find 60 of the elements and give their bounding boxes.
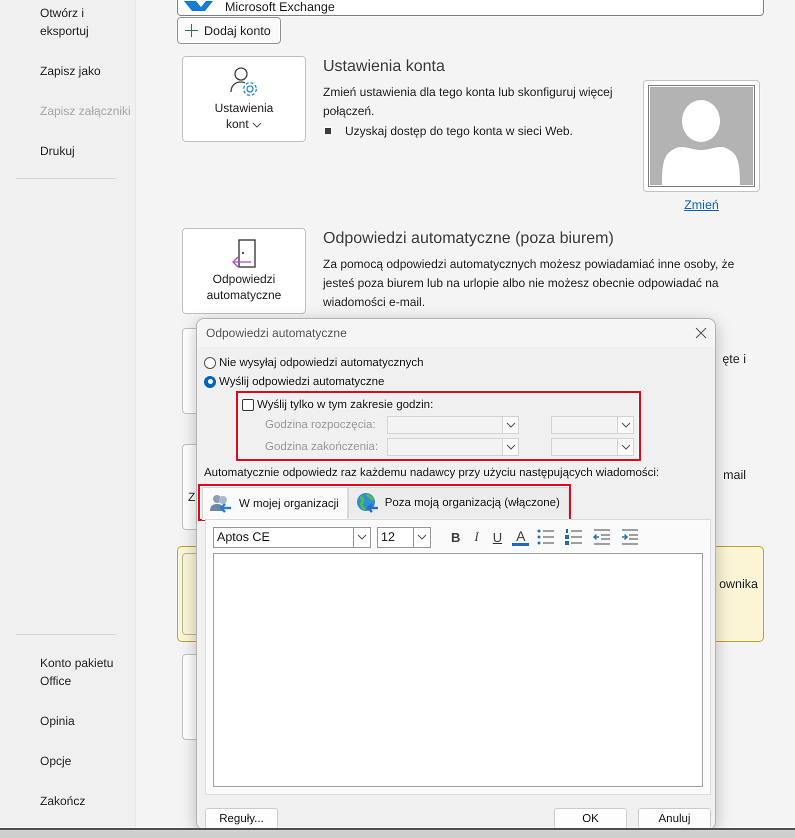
chevron-down-icon [506,444,516,450]
close-icon [695,327,707,339]
change-photo-link[interactable]: Zmień [684,198,719,212]
bullet-list-icon [537,529,556,545]
section-description: mail [723,468,747,482]
auto-replies-button[interactable]: Odpowiedzi automatyczne [182,228,306,314]
globe-icon [354,492,379,514]
sidebar-item[interactable]: Otwórz i eksportuj [0,0,135,51]
sidebar-item[interactable]: Zapisz jako [0,51,135,91]
bullet-text: Uzyskaj dostęp do tego konta w sieci Web. [345,124,573,138]
time-range-checkbox[interactable]: Wyślij tylko w tym zakresie godzin: [242,395,639,414]
message-label: Automatycznie odpowiedz raz każdemu nadawcy przy użyciu następujących wiadomości: [204,466,660,481]
radio-option[interactable]: Wyślij odpowiedzi automatyczne [204,372,708,391]
section-description: Zmień ustawienia dla tego konta lub skonfiguruj więcej połączeń. [323,84,614,120]
user-gear-icon [229,66,259,98]
chevron-down-icon [620,444,630,450]
sidebar-item[interactable]: Zakończ [0,781,135,821]
time-label: Godzina rozpoczęcia: [265,419,377,431]
increase-indent-icon [621,529,640,545]
bullet-icon [325,128,331,134]
add-account-button[interactable]: Dodaj konto [177,17,281,44]
bold-button[interactable]: B [447,527,464,547]
chevron-down-icon [417,534,427,540]
tab[interactable]: Poza moją organizacją (włączone) [348,487,569,518]
exchange-icon [184,0,213,12]
ok-button[interactable]: OK [554,808,627,829]
color-button[interactable]: A [512,528,530,546]
rules-button[interactable]: Reguły... [205,808,278,829]
account-name: Microsoft Exchange [225,0,335,15]
numbered-list-icon [565,529,584,545]
close-button[interactable] [693,325,709,341]
italic-button[interactable]: I [470,527,483,547]
chevron-down-icon [252,122,262,128]
section-description: ownika [719,577,759,591]
sidebar-item[interactable]: Konto pakietu Office [0,643,135,701]
radio-option[interactable]: Nie wysyłaj odpowiedzi automatycznych [204,353,708,372]
door-arrow-icon [231,239,257,269]
font-dropdown[interactable]: Aptos CE [213,526,371,548]
underline-button[interactable]: U [488,527,506,547]
plus-icon [185,24,198,37]
tab[interactable]: W mojej organizacji [202,487,348,520]
time-label: Godzina zakończenia: [265,441,380,453]
sidebar-item[interactable]: Opcje [0,741,135,781]
chevron-down-icon [620,422,630,428]
section-title: Ustawienia konta [323,57,446,77]
account-card[interactable]: Microsoft Exchange [177,0,764,16]
decrease-indent-icon [593,529,612,545]
section-title: Odpowiedzi automatyczne (poza biurem) [323,229,615,249]
people-icon [209,493,233,515]
dialog-title: Odpowiedzi automatyczne [206,326,347,340]
chevron-down-icon [506,422,516,428]
account-settings-button[interactable]: Ustawienia kont [182,56,306,142]
avatar-silhouette-icon [650,87,753,185]
section-description: ęte i [722,352,747,366]
cancel-button[interactable]: Anuluj [638,808,711,829]
font-size-dropdown[interactable]: 12 [377,526,431,548]
section-description: Za pomocą odpowiedzi automatycznych możesz powiadamiać inne osoby, że jesteś poza biurem lub na urlopie albo nie możesz obecnie odpowiadać na wiadomości e-mail. [323,256,736,311]
sidebar-item[interactable]: Opinia [0,701,135,741]
chevron-down-icon [357,534,367,540]
sidebar-item[interactable]: Drukuj [0,131,135,171]
